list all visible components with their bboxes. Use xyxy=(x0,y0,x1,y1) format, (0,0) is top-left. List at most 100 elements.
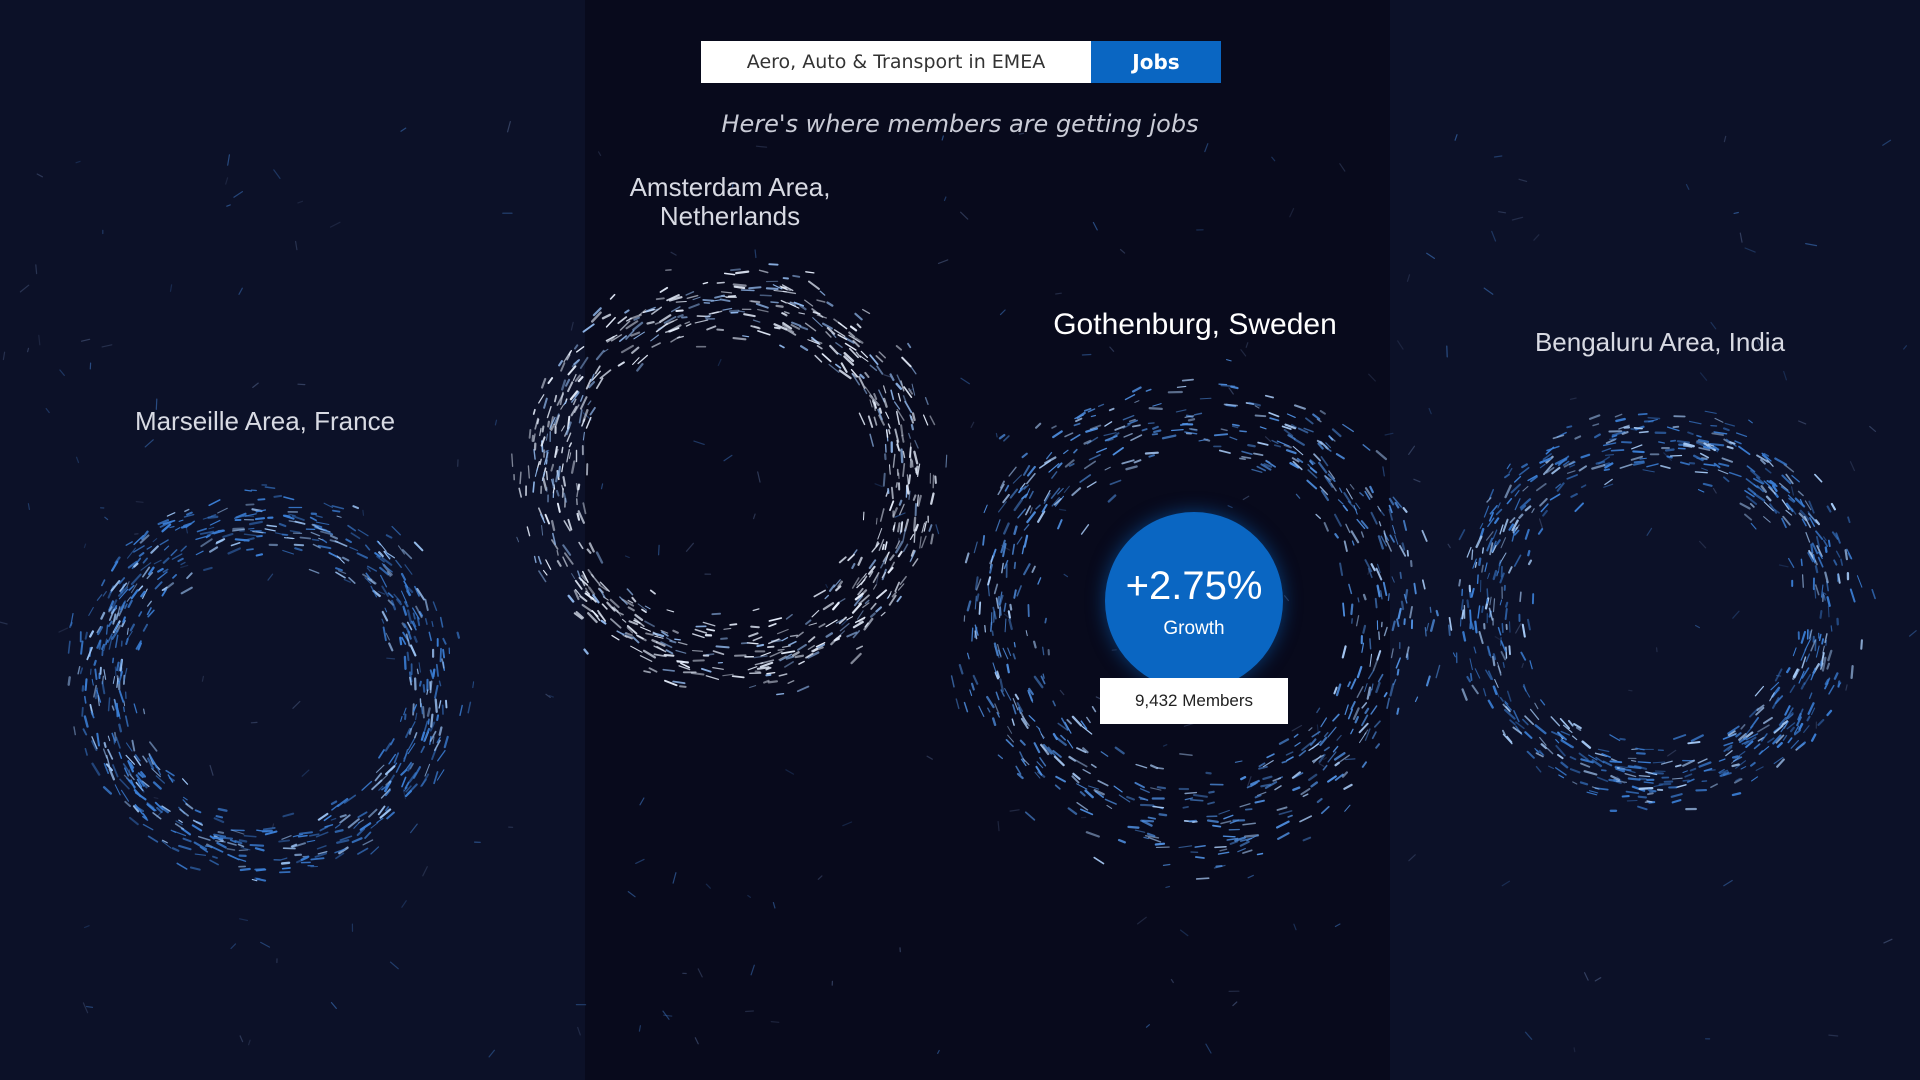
ring-particle xyxy=(255,868,267,872)
stray-particle xyxy=(685,542,695,552)
ring-particle xyxy=(1064,432,1074,438)
ring-particle xyxy=(799,325,809,331)
ring-particle xyxy=(1350,678,1357,690)
stray-particle xyxy=(663,1014,673,1017)
ring-particle xyxy=(1335,683,1342,697)
stray-particle xyxy=(239,918,248,922)
jobs-button[interactable]: Jobs xyxy=(1091,41,1221,83)
ring-particle xyxy=(1175,409,1187,413)
ring-particle xyxy=(666,609,675,613)
ring-particle xyxy=(115,702,119,718)
ring-particle xyxy=(692,633,705,639)
ring-particle xyxy=(1086,716,1091,724)
ring-particle xyxy=(808,636,816,643)
ring-particle xyxy=(281,835,292,840)
ring-particle xyxy=(1429,606,1432,613)
ring-particle xyxy=(605,316,616,328)
ring-particle xyxy=(186,572,193,580)
ring-particle xyxy=(1093,856,1105,865)
ring-particle xyxy=(1013,589,1017,599)
ring-particle xyxy=(1822,645,1825,654)
ring-particle xyxy=(1251,468,1263,473)
ring-particle xyxy=(825,632,833,638)
ring-particle xyxy=(1539,498,1548,507)
ring-particle xyxy=(103,669,107,680)
ring-particle xyxy=(114,666,117,677)
ring-particle xyxy=(347,524,357,532)
ring-particle xyxy=(407,609,413,625)
ring-particle xyxy=(368,808,378,818)
ring-particle xyxy=(955,698,960,710)
ring-particle xyxy=(558,360,564,367)
ring-particle xyxy=(171,847,180,852)
ring-particle xyxy=(1560,730,1571,736)
ring-particle xyxy=(1513,554,1522,567)
ring-particle xyxy=(1132,424,1141,428)
stray-particle xyxy=(639,797,645,806)
ring-particle xyxy=(1025,505,1032,516)
growth-bubble[interactable]: +2.75% Growth xyxy=(1105,512,1283,690)
stray-particle xyxy=(1594,977,1602,982)
ring-particle xyxy=(897,583,905,591)
stray-particle xyxy=(27,347,30,353)
ring-particle xyxy=(1383,530,1388,543)
ring-particle xyxy=(1486,588,1489,598)
ring-particle xyxy=(306,839,316,843)
search-query-field[interactable]: Aero, Auto & Transport in EMEA xyxy=(701,41,1091,83)
ring-particle xyxy=(1488,488,1495,500)
ring-particle xyxy=(1287,814,1293,818)
ring-particle xyxy=(561,463,564,473)
ring-particle xyxy=(576,346,585,353)
ring-particle xyxy=(381,585,389,597)
ring-particle xyxy=(889,554,895,561)
ring-particle xyxy=(101,579,106,587)
ring-particle xyxy=(998,606,1002,616)
ring-particle xyxy=(796,685,810,693)
location-ring-marseille[interactable] xyxy=(67,484,475,882)
ring-particle xyxy=(1702,482,1713,487)
ring-particle xyxy=(1055,775,1066,783)
ring-particle xyxy=(123,667,128,681)
ring-particle xyxy=(154,581,163,590)
ring-particle xyxy=(1023,524,1030,531)
ring-particle xyxy=(1574,502,1584,513)
stray-particle xyxy=(1322,757,1327,761)
ring-particle xyxy=(1481,564,1484,573)
ring-particle xyxy=(1315,513,1322,520)
ring-particle xyxy=(1033,742,1041,754)
ring-particle xyxy=(1131,386,1142,393)
ring-particle xyxy=(1687,431,1694,436)
ring-particle xyxy=(748,632,759,638)
ring-particle xyxy=(1513,710,1520,723)
ring-particle xyxy=(336,515,342,518)
ring-particle xyxy=(847,553,855,562)
ring-particle xyxy=(1717,469,1729,475)
ring-particle xyxy=(1592,423,1600,427)
ring-particle xyxy=(118,689,125,703)
ring-particle xyxy=(1399,571,1402,580)
ring-particle xyxy=(212,855,218,859)
stray-particle xyxy=(744,1010,755,1013)
ring-particle xyxy=(1187,418,1196,422)
ring-particle xyxy=(1554,767,1567,776)
ring-particle xyxy=(1378,521,1382,527)
ring-particle xyxy=(908,474,911,485)
ring-particle xyxy=(255,553,264,557)
ring-particle xyxy=(991,630,994,637)
stray-particle xyxy=(83,543,87,549)
ring-particle xyxy=(588,542,595,553)
ring-particle xyxy=(837,598,846,604)
location-ring-bengaluru[interactable] xyxy=(1452,410,1876,812)
ring-particle xyxy=(1254,799,1265,804)
ring-particle xyxy=(1277,832,1290,840)
ring-particle xyxy=(416,668,419,675)
stray-particle xyxy=(102,590,107,597)
ring-particle xyxy=(1529,660,1533,670)
ring-particle xyxy=(574,344,579,350)
location-ring-amsterdam[interactable] xyxy=(511,263,948,696)
ring-particle xyxy=(900,424,904,437)
ring-particle xyxy=(1371,683,1374,691)
ring-particle xyxy=(787,680,795,684)
ring-particle xyxy=(1754,685,1765,697)
ring-particle xyxy=(216,841,227,849)
